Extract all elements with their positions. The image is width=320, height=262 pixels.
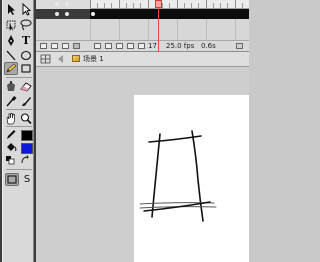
back-arrow-icon[interactable] bbox=[58, 55, 63, 63]
snap-option-icon[interactable]: S bbox=[20, 173, 34, 186]
timeline-empty-area bbox=[36, 19, 249, 40]
current-frame-readout: 17 bbox=[148, 42, 157, 50]
edit-multiple-frames-icon[interactable] bbox=[127, 43, 134, 49]
fill-color-bucket-icon bbox=[4, 141, 18, 154]
lasso-tool-icon[interactable] bbox=[19, 18, 33, 31]
tools-panel-body: T S bbox=[2, 0, 34, 262]
pencil-tool-icon[interactable] bbox=[4, 62, 18, 75]
modify-onion-markers-icon[interactable] bbox=[138, 43, 145, 49]
pen-tool-icon[interactable] bbox=[4, 34, 18, 47]
brush-tool-icon[interactable] bbox=[19, 95, 33, 108]
object-drawing-icon[interactable] bbox=[5, 173, 19, 186]
rectangle-tool-icon[interactable] bbox=[19, 62, 33, 75]
ruler-tick bbox=[206, 0, 207, 8]
timeline-gridline bbox=[148, 19, 149, 40]
ruler-tick bbox=[184, 3, 185, 8]
ruler-tick bbox=[119, 0, 120, 8]
insert-folder-icon[interactable] bbox=[62, 43, 69, 49]
text-tool-icon[interactable]: T bbox=[19, 34, 33, 47]
eyedropper-tool-icon[interactable] bbox=[4, 95, 18, 108]
ruler-tick bbox=[148, 0, 149, 8]
keyframe-dot[interactable] bbox=[91, 12, 95, 16]
line-tool-icon[interactable] bbox=[4, 49, 18, 62]
ruler-tick bbox=[140, 3, 141, 8]
ruler-tick bbox=[177, 0, 178, 8]
center-frame-icon[interactable] bbox=[94, 43, 101, 49]
oval-tool-icon[interactable] bbox=[19, 49, 33, 62]
ruler-tick bbox=[242, 3, 243, 8]
ruler-tick bbox=[235, 0, 236, 8]
ruler-tick bbox=[133, 3, 134, 8]
ruler-tick bbox=[104, 3, 105, 8]
frames-row[interactable] bbox=[90, 9, 249, 19]
tools-divider bbox=[6, 109, 32, 110]
scene-icon bbox=[72, 55, 80, 62]
drawn-stroke-left[interactable] bbox=[151, 133, 161, 218]
pasteboard[interactable] bbox=[36, 67, 249, 262]
stage[interactable] bbox=[134, 95, 249, 262]
layer-visible-dot[interactable] bbox=[55, 12, 59, 16]
swap-colors-icon[interactable] bbox=[19, 154, 33, 167]
eye-header-icon[interactable] bbox=[55, 2, 59, 6]
delete-layer-icon[interactable] bbox=[73, 43, 80, 49]
subselection-tool-icon[interactable] bbox=[19, 3, 33, 16]
stroke-color-swatch[interactable] bbox=[21, 130, 33, 141]
zoom-tool-icon[interactable] bbox=[19, 112, 33, 125]
timeline-gridline bbox=[235, 19, 236, 40]
onion-outlines-icon[interactable] bbox=[116, 43, 123, 49]
tools-divider bbox=[6, 77, 32, 78]
drawn-stroke-right[interactable] bbox=[191, 130, 204, 222]
ruler-tick bbox=[220, 3, 221, 8]
timeline-status-bar: 17 25.0 fps 0.6s bbox=[36, 40, 249, 52]
elapsed-time-readout: 0.6s bbox=[201, 42, 216, 50]
tools-divider bbox=[6, 126, 32, 127]
flash-window: T S 17 25.0 fps 0.6s 场景 1 bbox=[0, 0, 249, 262]
layer-row[interactable] bbox=[36, 9, 90, 27]
pencil-drawing[interactable] bbox=[134, 95, 249, 262]
ruler-tick bbox=[198, 3, 199, 8]
ruler-tick bbox=[111, 3, 112, 8]
ruler-tick bbox=[191, 3, 192, 8]
selection-tool-icon[interactable] bbox=[4, 3, 18, 16]
edit-bar: 场景 1 bbox=[36, 52, 249, 67]
onion-skin-icon[interactable] bbox=[105, 43, 112, 49]
ruler-tick bbox=[169, 3, 170, 8]
hand-tool-icon[interactable] bbox=[4, 112, 18, 125]
frame-ruler[interactable] bbox=[90, 0, 249, 9]
timeline-gridline bbox=[119, 19, 120, 40]
ruler-tick bbox=[162, 3, 163, 8]
timeline-scroll-left-icon[interactable] bbox=[236, 43, 243, 49]
ruler-tick bbox=[213, 3, 214, 8]
tools-divider bbox=[6, 169, 32, 170]
ruler-tick bbox=[126, 3, 127, 8]
ruler-tick bbox=[90, 0, 91, 8]
timeline-gridline bbox=[177, 19, 178, 40]
add-motion-guide-icon[interactable] bbox=[51, 43, 58, 49]
stroke-color-pencil-icon bbox=[4, 128, 18, 141]
frame-rate-readout: 25.0 fps bbox=[166, 42, 195, 50]
black-white-icon[interactable] bbox=[4, 154, 18, 167]
timeline-divider bbox=[90, 19, 91, 40]
playhead-handle[interactable] bbox=[155, 0, 162, 8]
ink-bottle-tool-icon[interactable] bbox=[4, 80, 18, 93]
timeline-gridline bbox=[206, 19, 207, 40]
eraser-tool-icon[interactable] bbox=[19, 80, 33, 93]
ruler-tick bbox=[227, 3, 228, 8]
fill-color-swatch[interactable] bbox=[21, 143, 33, 154]
tools-panel: T S bbox=[0, 0, 36, 262]
layer-lock-dot[interactable] bbox=[65, 12, 69, 16]
ruler-tick bbox=[97, 3, 98, 8]
timeline-panel: 17 25.0 fps 0.6s bbox=[36, 0, 249, 52]
insert-layer-icon[interactable] bbox=[40, 43, 47, 49]
scene-name[interactable]: 场景 1 bbox=[83, 52, 104, 66]
free-transform-tool-icon[interactable] bbox=[4, 18, 18, 31]
lock-header-icon[interactable] bbox=[65, 2, 69, 6]
